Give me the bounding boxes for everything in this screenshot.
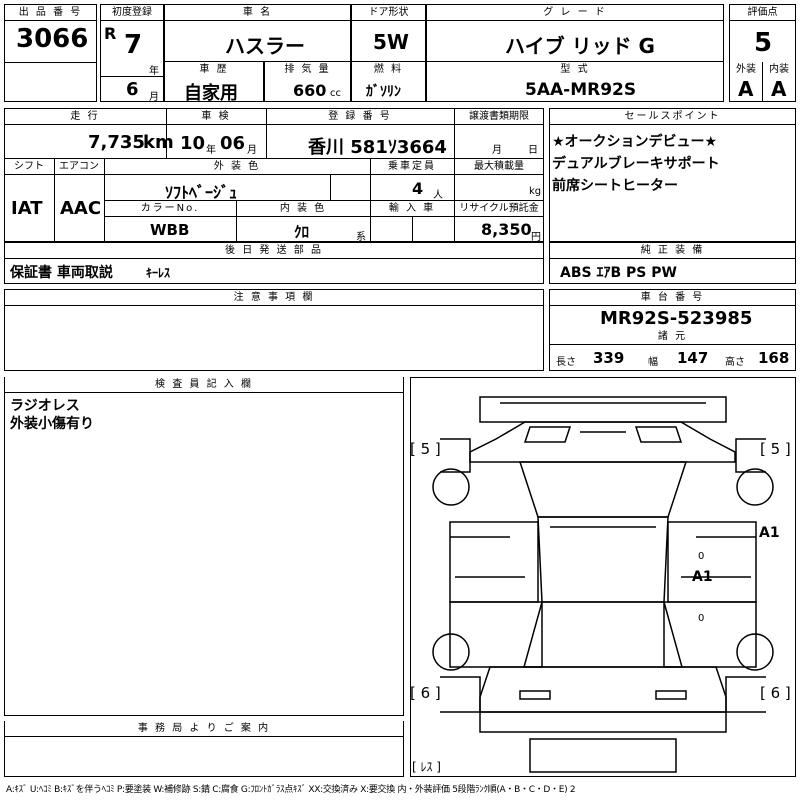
capacity-unit: 人 xyxy=(433,190,443,201)
lot-number: 3066 xyxy=(16,24,89,54)
import-label: 輸 入 車 xyxy=(371,201,453,216)
mileage: 7,735 xyxy=(88,132,145,153)
inspector-line-1: ラジオレス xyxy=(10,398,80,414)
capacity: 4 xyxy=(412,179,424,198)
tread-rear-left: [ 6 ] xyxy=(410,684,441,702)
displacement-label: 排 気 量 xyxy=(265,62,350,77)
spare-tire-note: [ ﾚｽ ] xyxy=(412,760,441,774)
inspection-label: 車 検 xyxy=(167,109,265,124)
color-label: 外 装 色 xyxy=(105,159,369,174)
mileage-unit: km xyxy=(143,132,174,153)
car-name: ハスラー xyxy=(225,34,305,58)
shift-label: シフト xyxy=(5,159,53,174)
load-label: 最大積載量 xyxy=(455,159,543,174)
height-value: 168 xyxy=(758,349,790,367)
transfer-month-unit: 月 xyxy=(492,145,502,156)
width-value: 147 xyxy=(677,349,709,367)
shift: IAT xyxy=(11,198,43,219)
transfer-day-unit: 日 xyxy=(528,145,538,156)
mileage-label: 走 行 xyxy=(5,109,165,124)
width-label: 幅 xyxy=(648,357,658,368)
score-label: 評価点 xyxy=(730,5,795,20)
chassis-label: 車 台 番 号 xyxy=(550,290,795,305)
specs-label: 諸 元 xyxy=(550,330,795,344)
height-label: 高さ xyxy=(725,357,745,368)
exterior-color: ｿﾌﾄﾍﾞｰｼﾞｭ xyxy=(165,183,238,202)
ac-label: エアコン xyxy=(55,159,103,174)
first-registration-year: 7 xyxy=(124,30,143,60)
displacement: 660 xyxy=(293,81,327,100)
damage-mark-right-door: A1 xyxy=(759,525,780,541)
inspection-year: 10 xyxy=(180,133,206,154)
car-name-label: 車 名 xyxy=(165,5,350,20)
spec-grid xyxy=(4,108,544,242)
mark-zero-2: 0 xyxy=(698,613,705,624)
interior-label: 内装 xyxy=(763,62,795,77)
door-label: ドア形状 xyxy=(352,5,425,20)
air-conditioner: AAC xyxy=(60,198,102,219)
office-label: 事 務 局 よ り ご 案 内 xyxy=(5,721,403,736)
year-unit: 年 xyxy=(149,66,159,77)
later-parts-label: 後 日 発 送 部 品 xyxy=(5,243,543,258)
month-unit: 月 xyxy=(149,92,159,103)
interior-color: ｸﾛ xyxy=(294,223,310,241)
inspection-year-unit: 年 xyxy=(206,145,216,156)
score: 5 xyxy=(754,28,773,58)
color-number: WBB xyxy=(150,221,190,239)
later-parts-keyless: ｷｰﾚｽ xyxy=(146,266,171,280)
plate-number: 香川 581ｿ3664 xyxy=(308,137,447,158)
mark-zero-1: 0 xyxy=(698,551,705,562)
grade-label: グ レ ー ド xyxy=(427,5,723,20)
inspector-line-2: 外装小傷有り xyxy=(10,416,94,432)
legend-text: A:ｷｽﾞ U:ﾍｺﾐ B:ｷｽﾞを伴うﾍｺﾐ P:要塗装 W:補修跡 S:錆 … xyxy=(6,785,576,795)
sales-point-line-3: 前席シートヒーター xyxy=(552,178,678,194)
exterior-label: 外装 xyxy=(730,62,762,77)
damage-mark-right-front: A1 xyxy=(692,569,713,585)
recycle-label: リサイクル預託金 xyxy=(455,201,543,216)
transfer-label: 譲渡書類期限 xyxy=(455,109,543,124)
chassis-number: MR92S-523985 xyxy=(600,308,753,329)
length-value: 339 xyxy=(593,349,625,367)
interior-grade: A xyxy=(771,77,787,101)
grade: ハイブ リッド G xyxy=(505,34,655,58)
capacity-label: 乗車定員 xyxy=(371,159,453,174)
model-label: 型 式 xyxy=(427,62,723,77)
sales-point-line-1: ★オークションデビュー★ xyxy=(552,134,718,150)
history: 自家用 xyxy=(184,83,238,104)
color-number-label: カラーNo. xyxy=(105,201,235,216)
first-registration-month: 6 xyxy=(126,79,139,100)
notes-label: 注 意 事 項 欄 xyxy=(5,290,543,305)
later-parts-main: 保証書 車両取説 xyxy=(10,265,113,281)
car-diagram xyxy=(432,396,774,773)
inspection-month-unit: 月 xyxy=(247,145,257,156)
load-unit: kg xyxy=(529,186,542,197)
equipment-label: 純 正 装 備 xyxy=(550,243,795,258)
history-label: 車 歴 xyxy=(165,62,263,77)
sales-points-label: セールスポイント xyxy=(550,109,795,124)
displacement-unit: cc xyxy=(330,88,341,99)
first-registration-label: 初度登録 xyxy=(101,5,163,20)
exterior-grade: A xyxy=(738,77,754,101)
sales-point-line-2: デュアルブレーキサポート xyxy=(552,156,720,172)
tread-rear-right: [ 6 ] xyxy=(760,684,791,702)
equipment-value: ABS ｴｱB PS PW xyxy=(560,265,677,281)
inspector-label: 検 査 員 記 入 欄 xyxy=(5,377,403,392)
fuel-label: 燃 料 xyxy=(352,62,425,77)
model-code: 5AA-MR92S xyxy=(525,80,637,100)
door-type: 5W xyxy=(373,30,409,54)
interior-color-label: 内 装 色 xyxy=(237,201,369,216)
recycle-unit: 円 xyxy=(531,232,541,243)
interior-color-unit: 系 xyxy=(356,232,366,243)
plate-label: 登 録 番 号 xyxy=(267,109,453,124)
fuel: ｶﾞｿﾘﾝ xyxy=(366,84,401,100)
era: R xyxy=(104,24,117,43)
length-label: 長さ xyxy=(556,357,576,368)
tread-front-right: [ 5 ] xyxy=(760,440,791,458)
recycle-fee: 8,350 xyxy=(481,220,532,239)
tread-front-left: [ 5 ] xyxy=(410,440,441,458)
inspection-month: 06 xyxy=(220,133,246,154)
lot-number-label: 出 品 番 号 xyxy=(5,5,96,20)
